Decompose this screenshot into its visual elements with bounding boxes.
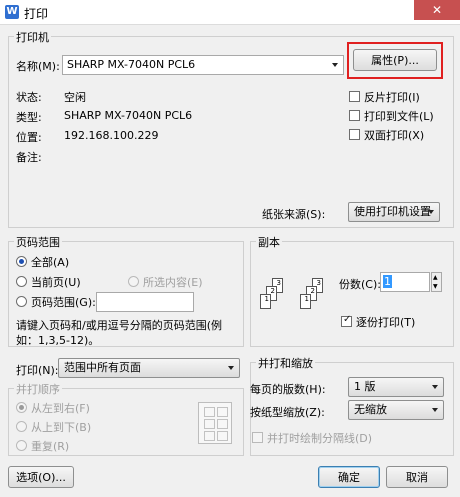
- radio-selection-label: 所选内容(E): [143, 276, 203, 289]
- duplex-checkbox[interactable]: [349, 129, 360, 140]
- chevron-down-icon: [428, 210, 434, 214]
- radio-page-range[interactable]: [16, 296, 27, 307]
- cancel-button[interactable]: 取消: [386, 466, 448, 488]
- radio-top-to-bottom[interactable]: [16, 421, 27, 432]
- zoom-title: 并打和缩放: [256, 355, 315, 371]
- print-what-select[interactable]: 范围中所有页面: [58, 358, 240, 378]
- options-button[interactable]: 选项(O)...: [8, 466, 74, 488]
- print-what-value: 范围中所有页面: [64, 361, 141, 374]
- printer-name-label: 名称(M):: [16, 60, 60, 73]
- copies-count-input[interactable]: 1: [380, 272, 430, 292]
- order-grid-icon: [198, 402, 232, 444]
- draw-separator-checkbox[interactable]: [252, 432, 263, 443]
- pages-per-sheet-select[interactable]: 1 版: [348, 377, 444, 397]
- close-button[interactable]: ✕: [414, 0, 460, 20]
- copies-count-value: 1: [383, 275, 392, 288]
- print-to-file-checkbox[interactable]: [349, 110, 360, 121]
- comment-label: 备注:: [16, 151, 42, 164]
- chevron-down-icon: [432, 385, 438, 389]
- page-icon: 1: [300, 294, 311, 309]
- close-icon: ✕: [431, 3, 443, 17]
- radio-page-range-label: 页码范围(G):: [31, 296, 96, 309]
- print-what-label: 打印(N):: [16, 364, 59, 377]
- scale-select[interactable]: 无缩放: [348, 400, 444, 420]
- location-label: 位置:: [16, 131, 42, 144]
- chevron-down-icon: [332, 63, 338, 67]
- page-range-hint: 请键入页码和/或用逗号分隔的页码范围(例如：1,3,5-12)。: [16, 319, 222, 347]
- copies-title: 副本: [256, 234, 282, 250]
- type-label: 类型:: [16, 111, 42, 124]
- radio-left-to-right-label: 从左到右(F): [31, 402, 90, 415]
- print-order-title: 并打顺序: [14, 381, 62, 397]
- page-range-input[interactable]: [96, 292, 194, 312]
- paper-source-value: 使用打印机设置: [354, 205, 431, 218]
- window-title: 打印: [24, 7, 49, 21]
- copies-count-label: 份数(C):: [339, 278, 381, 291]
- radio-repeat-label: 重复(R): [31, 440, 70, 453]
- paper-source-select[interactable]: 使用打印机设置: [348, 202, 440, 222]
- radio-selection[interactable]: [128, 276, 139, 287]
- status-label: 状态:: [16, 91, 42, 104]
- reverse-print-label: 反片打印(I): [364, 91, 420, 104]
- pages-per-sheet-label: 每页的版数(H):: [250, 383, 326, 396]
- collate-illustration-2: 3 2 1: [298, 278, 328, 318]
- ok-button[interactable]: 确定: [318, 466, 380, 488]
- status-value: 空闲: [64, 91, 86, 104]
- printer-name-value: SHARP MX-7040N PCL6: [67, 58, 196, 71]
- location-value: 192.168.100.229: [64, 129, 159, 142]
- scale-label: 按纸型缩放(Z):: [250, 406, 325, 419]
- type-value: SHARP MX-7040N PCL6: [64, 109, 193, 122]
- properties-button[interactable]: 属性(P)...: [353, 49, 437, 71]
- spin-down-icon[interactable]: ▼: [433, 282, 438, 291]
- radio-current-page-label: 当前页(U): [31, 276, 81, 289]
- printer-group-title: 打印机: [14, 29, 51, 45]
- radio-all-label: 全部(A): [31, 256, 70, 269]
- paper-source-label: 纸张来源(S):: [262, 208, 326, 221]
- reverse-print-checkbox[interactable]: [349, 91, 360, 102]
- radio-repeat[interactable]: [16, 440, 27, 451]
- radio-left-to-right[interactable]: [16, 402, 27, 413]
- scale-value: 无缩放: [354, 403, 387, 416]
- pages-per-sheet-value: 1 版: [354, 380, 376, 393]
- duplex-label: 双面打印(X): [364, 129, 425, 142]
- draw-separator-label: 并打时绘制分隔线(D): [267, 432, 373, 445]
- spin-up-icon[interactable]: ▲: [433, 273, 438, 282]
- collate-checkbox[interactable]: [341, 314, 352, 327]
- radio-current-page[interactable]: [16, 276, 27, 287]
- print-to-file-label: 打印到文件(L): [364, 110, 434, 123]
- printer-name-select[interactable]: SHARP MX-7040N PCL6: [62, 55, 344, 75]
- radio-top-to-bottom-label: 从上到下(B): [31, 421, 92, 434]
- title-bar: W 打印 ✕: [0, 0, 460, 25]
- copies-spinner[interactable]: ▲ ▼: [431, 272, 442, 292]
- chevron-down-icon: [432, 408, 438, 412]
- page-range-title: 页码范围: [14, 234, 62, 250]
- radio-all[interactable]: [16, 256, 27, 267]
- wps-app-icon: W: [5, 5, 19, 19]
- chevron-down-icon: [228, 366, 234, 370]
- page-icon: 1: [260, 294, 271, 309]
- collate-label: 逐份打印(T): [356, 316, 416, 329]
- collate-illustration-1: 3 2 1: [258, 278, 288, 318]
